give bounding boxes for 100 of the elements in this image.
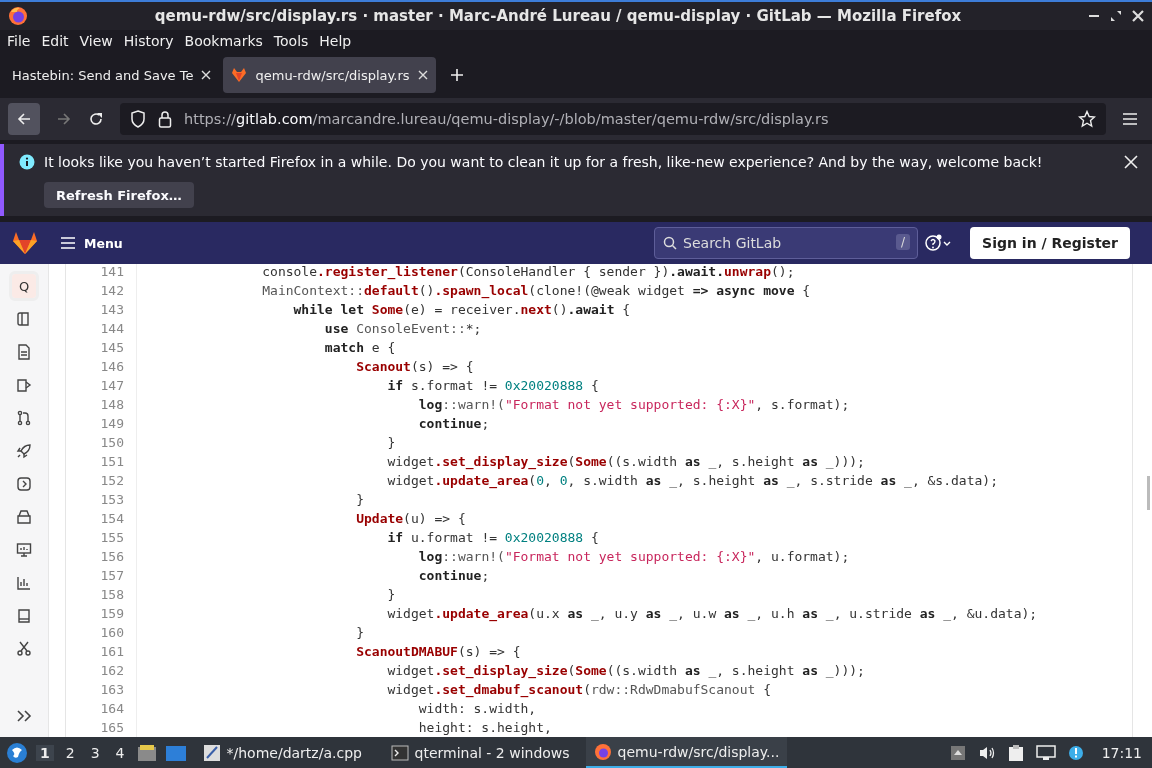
browser-app-icon	[593, 742, 612, 761]
workspace-button[interactable]: 2	[61, 744, 79, 761]
start-menu-icon[interactable]	[6, 741, 28, 764]
line-number: 146	[66, 357, 137, 376]
browser-tab[interactable]: qemu-rdw/src/display.rs	[223, 57, 436, 93]
code-line: widget.set_dmabuf_scanout(rdw::RdwDmabufScanout {	[386, 682, 771, 697]
menu-item[interactable]: Edit	[41, 33, 69, 49]
notification-message: It looks like you haven’t started Firefox in a while. Do you want to clean it up for a fresh, like-new experience? And by the way, welcome back!	[44, 154, 1044, 170]
line-number: 161	[66, 642, 137, 661]
clock: 17:11	[1101, 744, 1142, 761]
gitlab-logo-icon[interactable]	[12, 231, 38, 255]
line-number: 160	[66, 623, 137, 642]
code-line: log::warn!("Format not yet supported: {:X}", u.format);	[417, 549, 850, 564]
line-number: 156	[66, 547, 137, 566]
code-line: width: s.width,	[417, 701, 537, 716]
line-number: 162	[66, 661, 137, 680]
shortcut-key: /	[896, 234, 911, 250]
code-line: if s.format != 0x20020888 {	[386, 378, 599, 393]
code-line: Scanout(s) => {	[355, 359, 474, 374]
code-line: MainContext::default().spawn_local(clone!(@weak widget => async move {	[261, 283, 811, 298]
forward-icon[interactable]	[56, 111, 72, 127]
menu-item[interactable]: File	[7, 33, 31, 49]
hamburger-icon	[60, 237, 76, 249]
workspace-button[interactable]: 1	[36, 744, 54, 761]
taskbar-item[interactable]: qemu-rdw/src/display...	[585, 737, 788, 768]
line-number: 157	[66, 566, 137, 585]
workspace-button[interactable]: 3	[86, 744, 104, 761]
code-line: }	[386, 435, 396, 450]
menu-item[interactable]: View	[79, 33, 113, 49]
line-number: 148	[66, 395, 137, 414]
volume-icon[interactable]	[977, 744, 996, 761]
code-line: console.register_listener(ConsoleHandler { sender }).await.unwrap();	[261, 264, 795, 279]
code-line: continue;	[417, 568, 490, 583]
code-line: Update(u) => {	[355, 511, 466, 526]
maximize-icon[interactable]	[1110, 10, 1122, 22]
firefox-logo-icon	[8, 6, 28, 26]
folder-icon[interactable]	[164, 743, 187, 762]
line-number: 141	[66, 264, 137, 281]
line-number: 144	[66, 319, 137, 338]
line-number: 163	[66, 680, 137, 699]
new-tab-icon[interactable]	[449, 68, 464, 82]
code-line: widget.set_display_size(Some((s.width as _, s.height as _)));	[386, 663, 865, 678]
editor-app-icon	[202, 743, 221, 762]
code-line: match e {	[323, 340, 396, 355]
menu-item[interactable]: Tools	[273, 33, 309, 49]
browser-tab[interactable]: Hastebin: Send and Save Te	[4, 57, 220, 93]
reload-icon[interactable]	[88, 111, 104, 127]
star-icon[interactable]	[1078, 110, 1096, 128]
line-number: 159	[66, 604, 137, 623]
code-line: }	[355, 625, 364, 640]
code-line: use ConsoleEvent::*;	[323, 321, 482, 336]
back-button[interactable]	[8, 103, 40, 135]
sign-in-button[interactable]: Sign in / Register	[970, 227, 1130, 259]
menu-icon[interactable]	[1122, 112, 1138, 126]
scrollbar[interactable]	[1147, 476, 1150, 510]
code-line: while let Some(e) = receiver.next().await {	[292, 302, 631, 317]
shield-icon[interactable]	[130, 110, 146, 128]
back-arrow-icon	[16, 111, 32, 127]
line-number: 152	[66, 471, 137, 490]
line-number: 149	[66, 414, 137, 433]
terminal-app-icon	[390, 743, 409, 762]
code-line: height: s.height,	[417, 720, 552, 735]
fox-icon	[231, 67, 248, 83]
line-number: 143	[66, 300, 137, 319]
code-line: widget.update_area(u.x as _, u.y as _, u.w as _, u.h as _, u.stride as _, &u.data);	[386, 606, 1038, 621]
notification-icon[interactable]	[1067, 744, 1084, 761]
clipboard-icon[interactable]	[1007, 743, 1024, 762]
line-number: 153	[66, 490, 137, 509]
close-icon[interactable]	[1124, 155, 1138, 169]
code-line: continue;	[417, 416, 490, 431]
workspace-button[interactable]: 4	[111, 744, 129, 761]
line-number: 158	[66, 585, 137, 604]
line-number: 145	[66, 338, 137, 357]
refresh-firefox-button[interactable]: Refresh Firefox…	[44, 182, 194, 208]
menu-item[interactable]: Help	[319, 33, 352, 49]
close-tab-icon[interactable]	[417, 70, 428, 80]
line-number: 164	[66, 699, 137, 718]
menu-item[interactable]: Bookmarks	[184, 33, 263, 49]
menu-button[interactable]: Menu	[60, 235, 655, 251]
line-number: 151	[66, 452, 137, 471]
line-number: 154	[66, 509, 137, 528]
line-number: 142	[66, 281, 137, 300]
line-number: 147	[66, 376, 137, 395]
project-avatar[interactable]: Q	[12, 274, 36, 298]
code-line: widget.set_display_size(Some((s.width as _, s.height as _)));	[386, 454, 865, 469]
code-line: if u.format != 0x20020888 {	[386, 530, 599, 545]
code-line: ScanoutDMABUF(s) => {	[355, 644, 521, 659]
code-line: log::warn!("Format not yet supported: {:X}", s.format);	[417, 397, 850, 412]
menu-item[interactable]: History	[123, 33, 174, 49]
info-icon	[19, 154, 35, 170]
expand-sidebar-icon[interactable]	[16, 709, 32, 723]
taskbar-item[interactable]: qterminal - 2 windows	[382, 737, 578, 768]
lock-icon[interactable]	[158, 110, 172, 128]
taskbar-item[interactable]: */home/dartz/a.cpp	[194, 737, 375, 768]
close-icon[interactable]	[1132, 10, 1144, 22]
code-line: }	[386, 587, 396, 602]
window-title: qemu-rdw/src/display.rs · master · Marc-André Lureau / qemu-display · GitLab — Mozilla Firefox	[153, 7, 963, 25]
close-tab-icon[interactable]	[201, 70, 212, 80]
file-manager-icon[interactable]	[136, 743, 157, 762]
network-icon[interactable]	[1035, 744, 1056, 761]
